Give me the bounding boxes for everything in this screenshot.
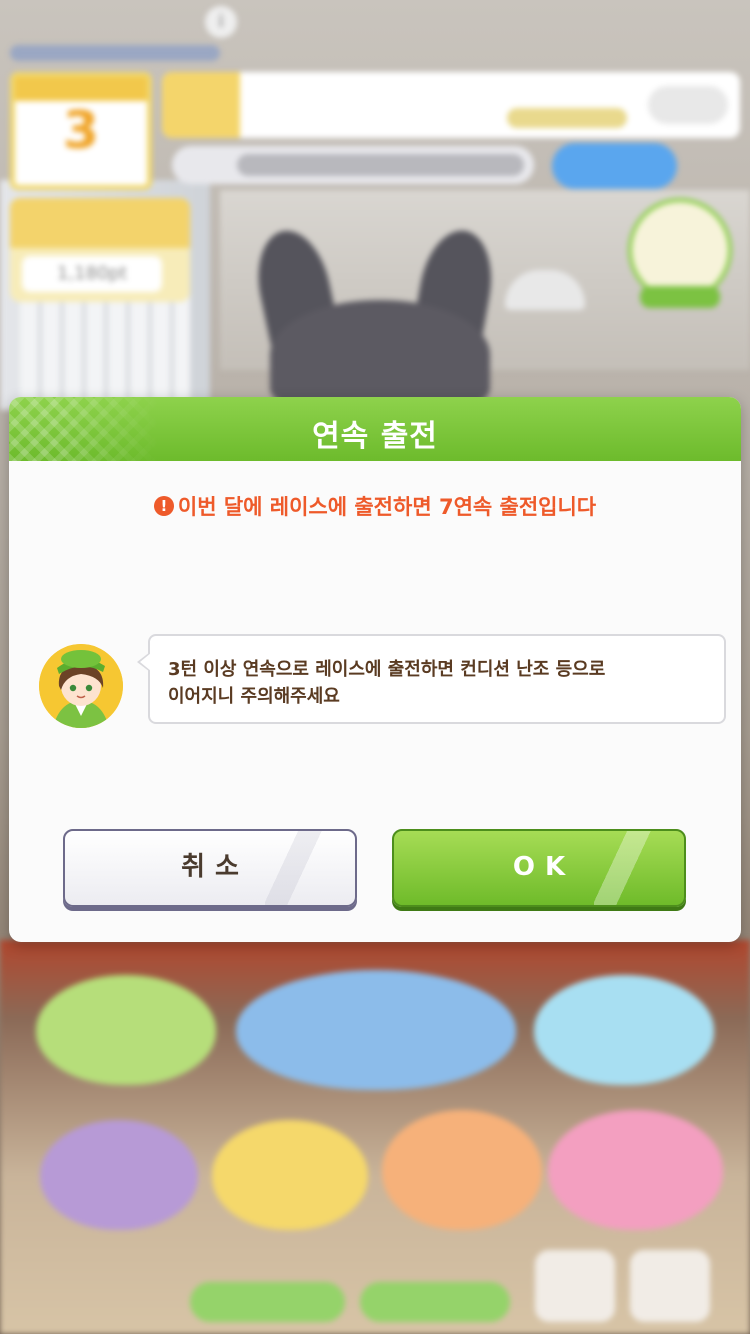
button-chevron-decoration — [594, 831, 654, 905]
speech-line-2: 이어지니 주의해주세요 — [168, 686, 340, 707]
dialog-header: 연속 출전 — [9, 397, 741, 461]
race-button[interactable] — [382, 1110, 542, 1230]
goal-panel — [162, 72, 740, 138]
background-character — [248, 224, 510, 410]
outing-button[interactable] — [40, 1120, 198, 1230]
speech-text: 3턴 이상 연속으로 레이스에 출전하면 컨디션 난조 등으로 이어지니 주의해… — [168, 656, 704, 710]
trainer-avatar[interactable] — [628, 198, 732, 308]
turn-calendar: 3 — [10, 72, 152, 190]
cancel-button[interactable]: 취소 — [63, 829, 357, 907]
dialog-title: 연속 출전 — [312, 419, 438, 454]
menu-icon[interactable] — [630, 1250, 710, 1322]
skill-button[interactable] — [534, 975, 714, 1085]
advisor-speech-bubble: 3턴 이상 연속으로 레이스에 출전하면 컨디션 난조 등으로 이어지니 주의해… — [137, 634, 726, 724]
turns-left-number: 3 — [62, 101, 100, 161]
consecutive-race-dialog: 연속 출전 ! 이번 달에 레이스에 출전하면 7연속 출전입니다 3턴 이상 … — [9, 397, 741, 942]
fans-value: 1,180pt — [22, 256, 162, 292]
event-button[interactable] — [548, 1110, 723, 1230]
ok-button[interactable]: OK — [392, 829, 686, 907]
background-window — [20, 290, 190, 410]
progress-bar — [10, 45, 220, 61]
cancel-button-label: 취소 — [181, 852, 249, 882]
exclamation-circle-icon: ! — [153, 496, 174, 516]
warning-message: ! 이번 달에 레이스에 출전하면 7연속 출전입니다 — [9, 491, 741, 521]
skip-button[interactable] — [190, 1282, 345, 1322]
training-button[interactable] — [236, 970, 516, 1090]
stamina-bar — [172, 146, 534, 184]
button-chevron-decoration — [265, 831, 325, 905]
log-button[interactable] — [535, 1250, 615, 1322]
speech-line-1: 3턴 이상 연속으로 레이스에 출전하면 컨디션 난조 등으로 — [168, 659, 606, 680]
skill-hint-button[interactable] — [552, 143, 677, 189]
auto-button[interactable] — [360, 1282, 510, 1322]
warning-text: 이번 달에 레이스에 출전하면 7연속 출전입니다 — [177, 495, 597, 519]
advisor-avatar — [39, 644, 123, 728]
rest-button[interactable] — [36, 975, 216, 1085]
goal-detail-button[interactable] — [648, 86, 728, 124]
ok-button-label: OK — [512, 852, 576, 882]
info-icon[interactable]: i — [205, 6, 237, 38]
fans-panel: 1,180pt — [10, 198, 190, 302]
infirmary-button[interactable] — [212, 1120, 368, 1230]
